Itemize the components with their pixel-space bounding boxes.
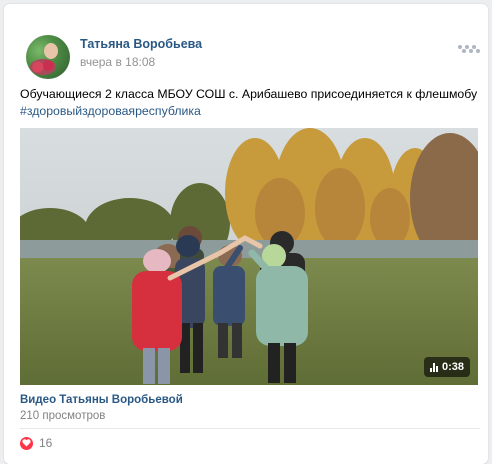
video-title[interactable]: Видео Татьяны Воробьевой [20, 394, 183, 406]
post-hashtag[interactable]: #здоровыйздороваяреспублика [20, 103, 480, 120]
avatar-flowers [30, 59, 56, 75]
video-duration-badge: 0:38 [423, 357, 470, 377]
post-text: Обучающиеся 2 класса МБОУ СОШ с. Арибаше… [20, 86, 480, 120]
post-body: Обучающиеся 2 класса МБОУ СОШ с. Арибаше… [20, 87, 478, 101]
heart-icon [20, 436, 33, 450]
video-bars-icon [429, 362, 438, 372]
post-timestamp[interactable]: вчера в 18:08 [80, 55, 155, 69]
video-player[interactable]: 0:38 [20, 128, 478, 385]
video-duration: 0:38 [441, 361, 464, 373]
avatar-face [44, 43, 58, 59]
video-thumbnail [20, 128, 478, 385]
post-divider [20, 428, 480, 429]
like-button[interactable]: 16 [20, 436, 52, 450]
post-author-name[interactable]: Татьяна Воробьева [80, 37, 202, 51]
author-avatar[interactable] [26, 35, 70, 79]
more-options-icon[interactable] [458, 43, 478, 51]
likes-count: 16 [39, 436, 53, 450]
video-views: 210 просмотров [20, 410, 106, 422]
